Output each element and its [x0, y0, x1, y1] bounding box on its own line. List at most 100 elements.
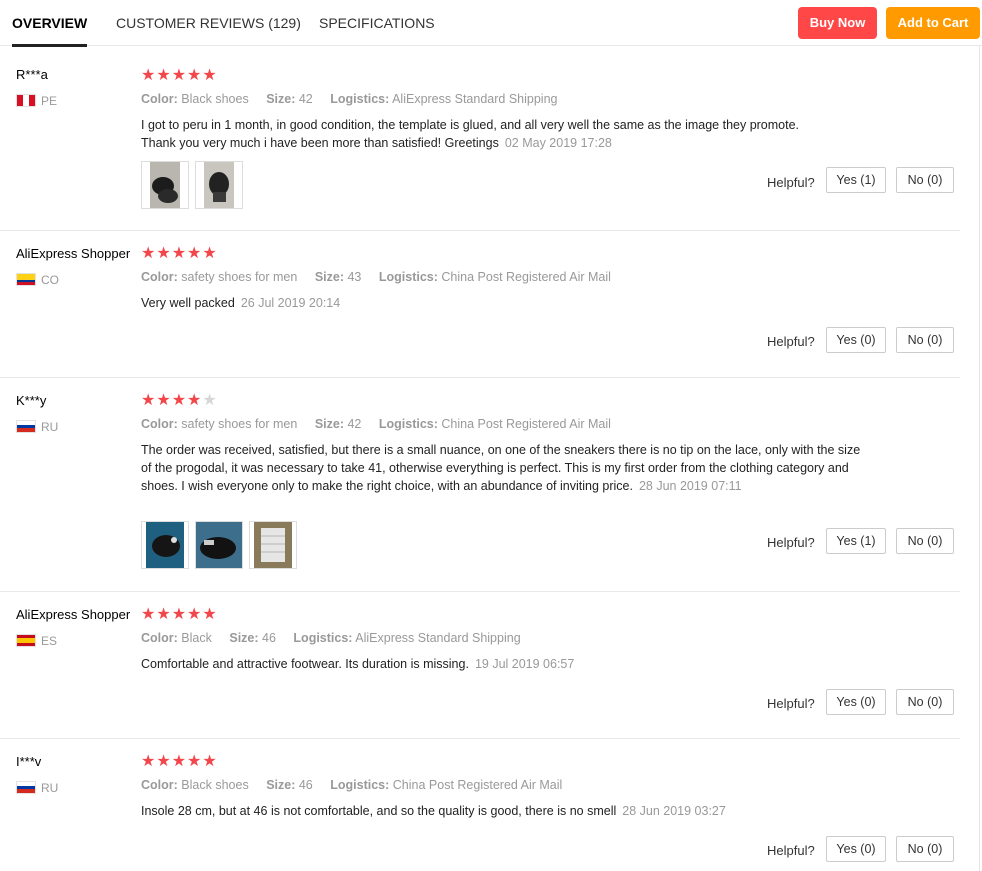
shoe-photo-icon	[146, 522, 184, 568]
color-label: Color:	[141, 92, 178, 106]
review-photo-thumbnail[interactable]	[195, 521, 243, 569]
review-item: R***a PE ★★★★★ Color: Black shoes Size: …	[0, 46, 960, 231]
review-photo-thumbnail[interactable]	[141, 161, 189, 209]
star-rating: ★★★★★	[141, 607, 218, 623]
reviewer-country: PE	[41, 94, 58, 108]
color-label: Color:	[141, 270, 178, 284]
logistics-value: China Post Registered Air Mail	[441, 270, 611, 284]
star-filled-icon: ★	[141, 245, 157, 262]
star-rating: ★★★★★	[141, 393, 218, 409]
spain-flag-icon	[16, 634, 36, 647]
star-filled-icon: ★	[156, 245, 172, 262]
reviewer-name: AliExpress Shopper	[16, 607, 131, 622]
review-meta: Color: Black shoes Size: 42 Logistics: A…	[141, 92, 571, 106]
star-filled-icon: ★	[187, 753, 203, 770]
logistics-value: AliExpress Standard Shipping	[392, 92, 558, 106]
review-date: 28 Jun 2019 03:27	[622, 804, 726, 818]
star-rating: ★★★★★	[141, 246, 218, 262]
review-text: The order was received, satisfied, but t…	[141, 441, 861, 495]
review-body: I got to peru in 1 month, in good condit…	[141, 118, 800, 150]
tab-customer-reviews[interactable]: CUSTOMER REVIEWS (129)	[116, 0, 301, 45]
review-photos	[141, 161, 243, 209]
size-label: Size:	[314, 417, 344, 431]
review-item: K***y RU ★★★★★ Color: safety shoes for m…	[0, 378, 960, 592]
review-body: Very well packed	[141, 296, 235, 310]
logistics-label: Logistics:	[330, 92, 390, 106]
helpful-no-button[interactable]: No (0)	[896, 689, 954, 715]
star-filled-icon: ★	[202, 245, 218, 262]
add-to-cart-button[interactable]: Add to Cart	[886, 7, 980, 39]
tab-specifications[interactable]: SPECIFICATIONS	[319, 0, 435, 45]
star-filled-icon: ★	[187, 392, 203, 409]
top-bar: OVERVIEW CUSTOMER REVIEWS (129) SPECIFIC…	[0, 0, 982, 47]
review-photos	[141, 521, 297, 569]
helpful-no-button[interactable]: No (0)	[896, 167, 954, 193]
logistics-value: China Post Registered Air Mail	[441, 417, 611, 431]
star-rating: ★★★★★	[141, 68, 218, 84]
review-body: Insole 28 cm, but at 46 is not comfortab…	[141, 804, 617, 818]
buy-now-button[interactable]: Buy Now	[798, 7, 877, 39]
helpful-yes-button[interactable]: Yes (0)	[826, 327, 886, 353]
size-value: 46	[262, 631, 276, 645]
helpful-label: Helpful?	[767, 843, 815, 858]
size-label: Size:	[314, 270, 344, 284]
helpful-yes-button[interactable]: Yes (0)	[826, 689, 886, 715]
star-filled-icon: ★	[141, 392, 157, 409]
star-filled-icon: ★	[187, 245, 203, 262]
star-filled-icon: ★	[171, 392, 188, 409]
review-item: I***v RU ★★★★★ Color: Black shoes Size: …	[0, 739, 960, 871]
scroll-divider	[979, 46, 980, 871]
star-filled-icon: ★	[202, 606, 218, 623]
helpful-yes-button[interactable]: Yes (1)	[826, 167, 886, 193]
size-value: 42	[298, 92, 313, 106]
color-value: Black shoes	[181, 92, 249, 106]
star-rating: ★★★★★	[141, 754, 218, 770]
shoe-photo-icon	[196, 522, 242, 568]
star-filled-icon: ★	[187, 67, 203, 84]
review-photo-thumbnail[interactable]	[141, 521, 189, 569]
size-value: 42	[347, 417, 362, 431]
color-value: safety shoes for men	[181, 270, 298, 284]
russia-flag-icon	[16, 781, 36, 794]
star-filled-icon: ★	[202, 753, 218, 770]
helpful-no-button[interactable]: No (0)	[896, 836, 954, 862]
star-filled-icon: ★	[171, 245, 188, 262]
package-photo-icon	[254, 522, 292, 568]
review-text: Insole 28 cm, but at 46 is not comfortab…	[141, 802, 861, 820]
star-filled-icon: ★	[171, 753, 188, 770]
helpful-no-button[interactable]: No (0)	[896, 327, 954, 353]
color-label: Color:	[141, 778, 178, 792]
review-body: The order was received, satisfied, but t…	[141, 443, 861, 493]
review-date: 19 Jul 2019 06:57	[474, 657, 575, 671]
helpful-label: Helpful?	[767, 535, 815, 550]
review-photo-thumbnail[interactable]	[249, 521, 297, 569]
review-date: 02 May 2019 17:28	[504, 136, 612, 150]
review-meta: Color: safety shoes for men Size: 42 Log…	[141, 417, 625, 431]
star-filled-icon: ★	[141, 606, 157, 623]
review-body: Comfortable and attractive footwear. Its…	[141, 657, 469, 671]
star-filled-icon: ★	[187, 606, 203, 623]
review-photo-thumbnail[interactable]	[195, 161, 243, 209]
helpful-yes-button[interactable]: Yes (1)	[826, 528, 886, 554]
star-filled-icon: ★	[171, 606, 188, 623]
logistics-value: China Post Registered Air Mail	[392, 778, 563, 792]
helpful-yes-button[interactable]: Yes (0)	[826, 836, 886, 862]
tab-overview[interactable]: OVERVIEW	[12, 0, 88, 47]
reviewer-name: AliExpress Shopper	[16, 246, 131, 261]
size-value: 46	[298, 778, 313, 792]
star-filled-icon: ★	[141, 67, 157, 84]
helpful-label: Helpful?	[767, 175, 815, 190]
peru-flag-icon	[16, 94, 36, 107]
russia-flag-icon	[16, 420, 36, 433]
color-value: Black	[181, 631, 212, 645]
star-filled-icon: ★	[156, 753, 172, 770]
helpful-no-button[interactable]: No (0)	[896, 528, 954, 554]
size-value: 43	[347, 270, 362, 284]
black-shoes-photo-icon	[204, 162, 234, 208]
size-label: Size:	[229, 631, 259, 645]
review-item: AliExpress Shopper CO ★★★★★ Color: safet…	[0, 231, 960, 378]
helpful-label: Helpful?	[767, 696, 815, 711]
size-label: Size:	[266, 778, 296, 792]
review-text: Comfortable and attractive footwear. Its…	[141, 655, 861, 673]
color-value: Black shoes	[181, 778, 249, 792]
